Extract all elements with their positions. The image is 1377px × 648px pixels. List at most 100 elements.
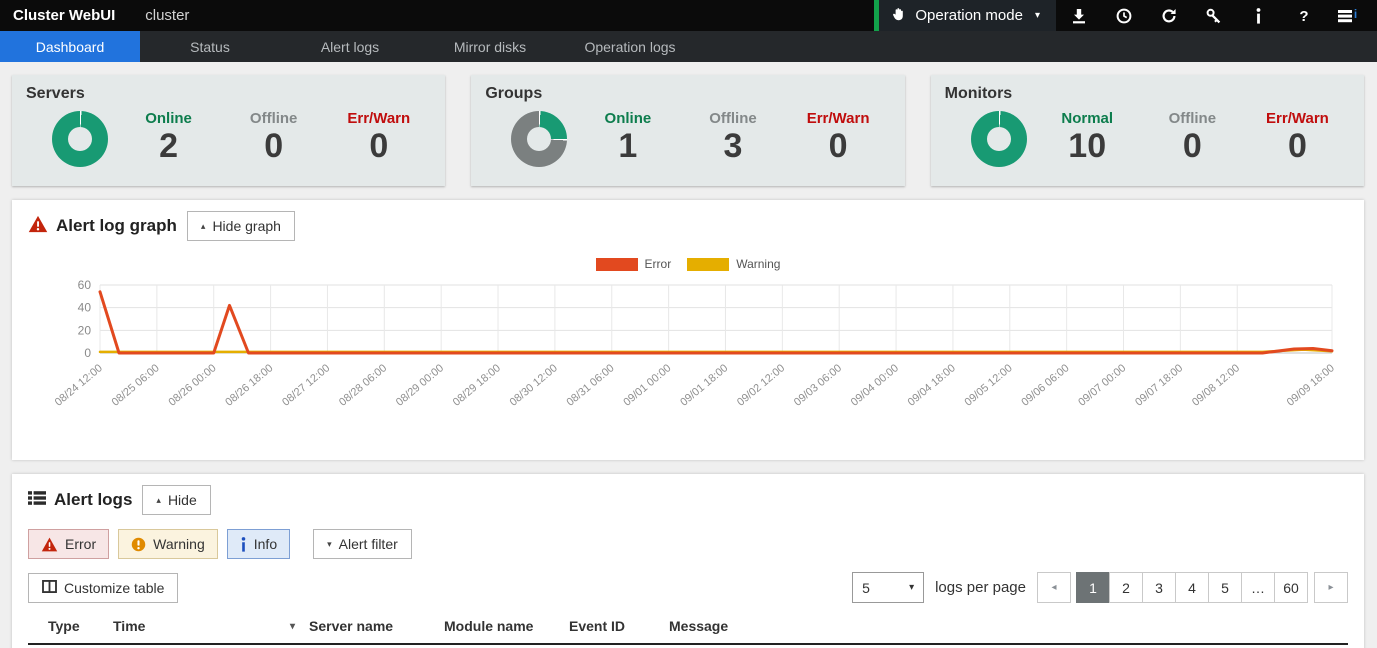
pagination-group: 5 ▾ logs per page ◂12345…60▸ (852, 572, 1348, 603)
svg-text:08/29 00:00: 08/29 00:00 (394, 362, 446, 409)
stat-offline: Offline3 (680, 110, 785, 166)
svg-text:08/24 12:00: 08/24 12:00 (53, 362, 105, 409)
operation-mode-dropdown[interactable]: Operation mode ▾ (874, 0, 1056, 31)
caret-down-icon: ▾ (327, 539, 332, 550)
pager-page-5[interactable]: 5 (1208, 572, 1242, 603)
column-header-event-id[interactable]: Event ID (569, 618, 669, 634)
svg-text:09/06 06:00: 09/06 06:00 (1019, 362, 1071, 409)
logs-per-page-label: logs per page (935, 579, 1026, 596)
svg-text:60: 60 (78, 278, 92, 292)
column-header-message[interactable]: Message (669, 618, 1342, 634)
pager-previous-button[interactable]: ◂ (1037, 572, 1071, 603)
pager-page-60[interactable]: 60 (1274, 572, 1308, 603)
legend-label: Warning (736, 257, 780, 271)
summary-cards: ServersOnline2Offline0Err/Warn0GroupsOnl… (12, 75, 1364, 186)
customize-table-button[interactable]: Customize table (28, 573, 178, 603)
column-header-module-name[interactable]: Module name (444, 618, 569, 634)
tab-mirror-disks[interactable]: Mirror disks (420, 31, 560, 62)
table-info-icon[interactable]: i (1326, 0, 1371, 31)
stat-normal: Normal10 (1035, 110, 1140, 166)
cluster-name: cluster (145, 7, 189, 24)
filter-label: Error (65, 536, 96, 552)
logs-per-page-select[interactable]: 5 ▾ (852, 572, 924, 603)
download-icon[interactable] (1056, 0, 1101, 31)
pager-page-2[interactable]: 2 (1109, 572, 1143, 603)
stat-label: Err/Warn (786, 110, 891, 127)
tab-dashboard[interactable]: Dashboard (0, 31, 140, 62)
svg-text:09/02 12:00: 09/02 12:00 (735, 362, 787, 409)
hide-graph-button[interactable]: ▴ Hide graph (187, 211, 295, 241)
warning-filter-button[interactable]: Warning (118, 529, 218, 559)
stat-label: Offline (680, 110, 785, 127)
svg-text:?: ? (1299, 8, 1308, 24)
pager-next-button[interactable]: ▸ (1314, 572, 1348, 603)
stat-value: 10 (1035, 127, 1140, 166)
stat-value: 0 (326, 127, 431, 166)
column-label: Event ID (569, 618, 625, 634)
refresh-icon[interactable] (1146, 0, 1191, 31)
stat-label: Err/Warn (1245, 110, 1350, 127)
svg-text:08/31 06:00: 08/31 06:00 (564, 362, 616, 409)
error-filter-button[interactable]: Error (28, 529, 109, 559)
tab-bar: DashboardStatusAlert logsMirror disksOpe… (0, 31, 1377, 62)
pager-page-3[interactable]: 3 (1142, 572, 1176, 603)
filter-label: Info (254, 536, 277, 552)
pager: ◂12345…60▸ (1037, 572, 1348, 603)
warning-icon (131, 537, 146, 552)
column-header-time[interactable]: Time▾ (113, 618, 309, 634)
chart-legend: Error Warning (28, 257, 1348, 271)
tab-alert-logs[interactable]: Alert logs (280, 31, 420, 62)
table-list-icon (28, 490, 46, 511)
stat-online: Online1 (575, 110, 680, 166)
svg-text:09/04 18:00: 09/04 18:00 (906, 362, 958, 409)
hide-alert-logs-button[interactable]: ▴ Hide (142, 485, 210, 515)
svg-text:08/27 12:00: 08/27 12:00 (280, 362, 332, 409)
stat-err-warn: Err/Warn0 (786, 110, 891, 166)
app-title: Cluster WebUI (0, 7, 115, 24)
card-monitors: MonitorsNormal10Offline0Err/Warn0 (931, 75, 1364, 186)
operation-mode-label: Operation mode (915, 7, 1023, 24)
info-filter-button[interactable]: Info (227, 529, 290, 559)
alert-logs-table-header: Type Time▾Server name Module name Event ID M… (28, 618, 1348, 645)
stat-value: 3 (680, 127, 785, 166)
column-label: Module name (444, 618, 533, 634)
stat-offline: Offline0 (1140, 110, 1245, 166)
svg-text:08/26 00:00: 08/26 00:00 (166, 362, 218, 409)
pager-ellipsis[interactable]: … (1241, 572, 1275, 603)
column-header-server-name[interactable]: Server name (309, 618, 444, 634)
column-label: Type (48, 618, 80, 634)
tab-operation-logs[interactable]: Operation logs (560, 31, 700, 62)
stat-online: Online2 (116, 110, 221, 166)
svg-text:0: 0 (84, 346, 91, 360)
warning-triangle-icon (28, 215, 48, 238)
caret-up-icon: ▴ (156, 495, 161, 506)
key-icon[interactable] (1191, 0, 1236, 31)
alert-filter-button[interactable]: ▾ Alert filter (313, 529, 412, 559)
svg-text:09/04 00:00: 09/04 00:00 (849, 362, 901, 409)
chevron-down-icon: ▾ (909, 582, 914, 593)
stat-value: 0 (1140, 127, 1245, 166)
info-icon (240, 537, 247, 552)
hand-icon (891, 6, 907, 26)
table-controls-row: Customize table 5 ▾ logs per page ◂12345… (28, 572, 1348, 603)
stat-value: 2 (116, 127, 221, 166)
svg-text:09/09 18:00: 09/09 18:00 (1285, 362, 1337, 409)
stat-value: 0 (786, 127, 891, 166)
stat-label: Offline (1140, 110, 1245, 127)
stat-label: Offline (221, 110, 326, 127)
help-icon[interactable]: ? (1281, 0, 1326, 31)
svg-text:09/07 00:00: 09/07 00:00 (1076, 362, 1128, 409)
svg-text:08/26 18:00: 08/26 18:00 (223, 362, 275, 409)
pager-page-4[interactable]: 4 (1175, 572, 1209, 603)
info-icon[interactable] (1236, 0, 1281, 31)
column-label: Server name (309, 618, 393, 634)
legend-item-error: Error (596, 257, 672, 271)
error-icon (41, 537, 58, 552)
clock-icon[interactable] (1101, 0, 1146, 31)
pager-page-1[interactable]: 1 (1076, 572, 1110, 603)
tab-status[interactable]: Status (140, 31, 280, 62)
stat-err-warn: Err/Warn0 (1245, 110, 1350, 166)
column-header-type[interactable]: Type (48, 618, 113, 634)
column-label: Message (669, 618, 728, 634)
top-bar: Cluster WebUI cluster Operation mode ▾ ?… (0, 0, 1377, 31)
